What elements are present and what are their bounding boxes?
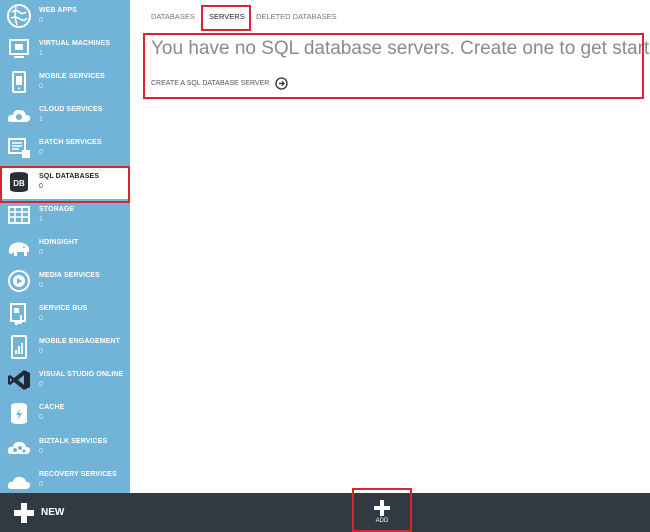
sidebar-item-hdinsight[interactable]: HDINSIGHT 0: [0, 232, 130, 265]
empty-state-title: You have no SQL database servers. Create…: [151, 38, 650, 59]
tab-deleted-databases[interactable]: DELETED DATABASES: [256, 12, 337, 21]
sidebar-item-count: 0: [39, 149, 43, 156]
sidebar-item-label: STORAGE: [39, 206, 75, 213]
database-icon-text: DB: [13, 179, 25, 188]
sidebar-item-count: 0: [39, 381, 43, 388]
create-sql-server-label: CREATE A SQL DATABASE SERVER: [151, 79, 270, 87]
service-sidebar: WEB APPS 0 VIRTUAL MACHINES 1 MOBILE SER…: [0, 0, 130, 493]
sidebar-item-batch-services[interactable]: BATCH SERVICES 0: [0, 132, 130, 165]
plus-icon: [374, 500, 390, 516]
sidebar-item-count: 1: [39, 116, 43, 123]
biztalk-cloud-icon: [6, 434, 32, 460]
sidebar-item-label: BIZTALK SERVICES: [39, 438, 108, 445]
new-button[interactable]: NEW: [14, 493, 64, 532]
sidebar-item-sql-databases[interactable]: DB SQL DATABASES 0: [0, 166, 130, 199]
create-sql-server-link[interactable]: CREATE A SQL DATABASE SERVER: [151, 76, 288, 90]
new-button-label: NEW: [41, 507, 65, 518]
arrow-right-circle-icon: [275, 76, 288, 90]
sidebar-item-count: 1: [39, 216, 43, 223]
sidebar-item-label: MOBILE SERVICES: [39, 73, 105, 80]
sidebar-item-cache[interactable]: CACHE 0: [0, 397, 130, 430]
sidebar-item-label: VIRTUAL MACHINES: [39, 40, 111, 47]
sidebar-item-label: MOBILE ENGAGEMENT: [39, 338, 121, 345]
sidebar-item-count: 0: [39, 17, 43, 24]
sidebar-item-count: 0: [39, 414, 43, 421]
sidebar-item-label: CACHE: [39, 404, 65, 411]
sidebar-item-label: SERVICE BUS: [39, 305, 88, 312]
storage-table-icon: [6, 202, 32, 228]
batch-services-icon: [6, 135, 32, 161]
sidebar-item-service-bus[interactable]: SERVICE BUS 0: [0, 298, 130, 331]
sidebar-item-label: VISUAL STUDIO ONLINE: [39, 371, 124, 378]
cache-icon: [6, 400, 32, 426]
sidebar-item-virtual-machines[interactable]: VIRTUAL MACHINES 1: [0, 33, 130, 66]
tab-servers[interactable]: SERVERS: [209, 12, 245, 21]
database-icon: DB: [6, 169, 32, 195]
sidebar-item-label: SQL DATABASES: [39, 173, 100, 180]
sidebar-item-recovery-services[interactable]: RECOVERY SERVICES 0: [0, 464, 130, 493]
sidebar-item-label: MEDIA SERVICES: [39, 272, 100, 279]
add-button[interactable]: ADD: [366, 493, 398, 532]
sidebar-item-count: 0: [39, 183, 43, 190]
sidebar-item-label: RECOVERY SERVICES: [39, 471, 117, 478]
web-apps-icon: [6, 3, 32, 29]
media-play-icon: [6, 268, 32, 294]
sidebar-item-count: 0: [39, 315, 43, 322]
sidebar-item-label: HDINSIGHT: [39, 239, 79, 246]
plus-icon: [14, 502, 34, 523]
sidebar-item-label: CLOUD SERVICES: [39, 106, 103, 113]
sidebar-item-count: 1: [39, 50, 43, 57]
sidebar-item-biztalk-services[interactable]: BIZTALK SERVICES 0: [0, 431, 130, 464]
sidebar-item-count: 0: [39, 83, 43, 90]
sidebar-item-label: WEB APPS: [39, 7, 77, 14]
tab-databases[interactable]: DATABASES: [151, 12, 195, 21]
add-button-label: ADD: [375, 518, 389, 524]
monitor-icon: [6, 36, 32, 62]
sidebar-item-count: 0: [39, 249, 43, 256]
sidebar-item-media-services[interactable]: MEDIA SERVICES 0: [0, 265, 130, 298]
sidebar-item-count: 0: [39, 348, 43, 355]
sidebar-item-web-apps[interactable]: WEB APPS 0: [0, 0, 130, 33]
mobile-phone-icon: [6, 69, 32, 95]
sidebar-item-mobile-engagement[interactable]: MOBILE ENGAGEMENT 0: [0, 331, 130, 364]
recovery-cloud-icon: [6, 467, 32, 493]
sidebar-item-mobile-services[interactable]: MOBILE SERVICES 0: [0, 66, 130, 99]
command-bar: NEW ADD: [0, 493, 650, 532]
sidebar-item-count: 0: [39, 282, 43, 289]
mobile-chart-icon: [6, 334, 32, 360]
elephant-icon: [6, 235, 32, 261]
sidebar-item-storage[interactable]: STORAGE 1: [0, 199, 130, 232]
sidebar-item-count: 0: [39, 481, 43, 488]
sidebar-item-visual-studio-online[interactable]: VISUAL STUDIO ONLINE 0: [0, 364, 130, 397]
visual-studio-icon: [6, 367, 32, 393]
cloud-gear-icon: [6, 102, 32, 128]
service-bus-icon: [6, 301, 32, 327]
sidebar-item-cloud-services[interactable]: CLOUD SERVICES 1: [0, 99, 130, 132]
sidebar-item-label: BATCH SERVICES: [39, 139, 102, 146]
sidebar-item-count: 0: [39, 448, 43, 455]
